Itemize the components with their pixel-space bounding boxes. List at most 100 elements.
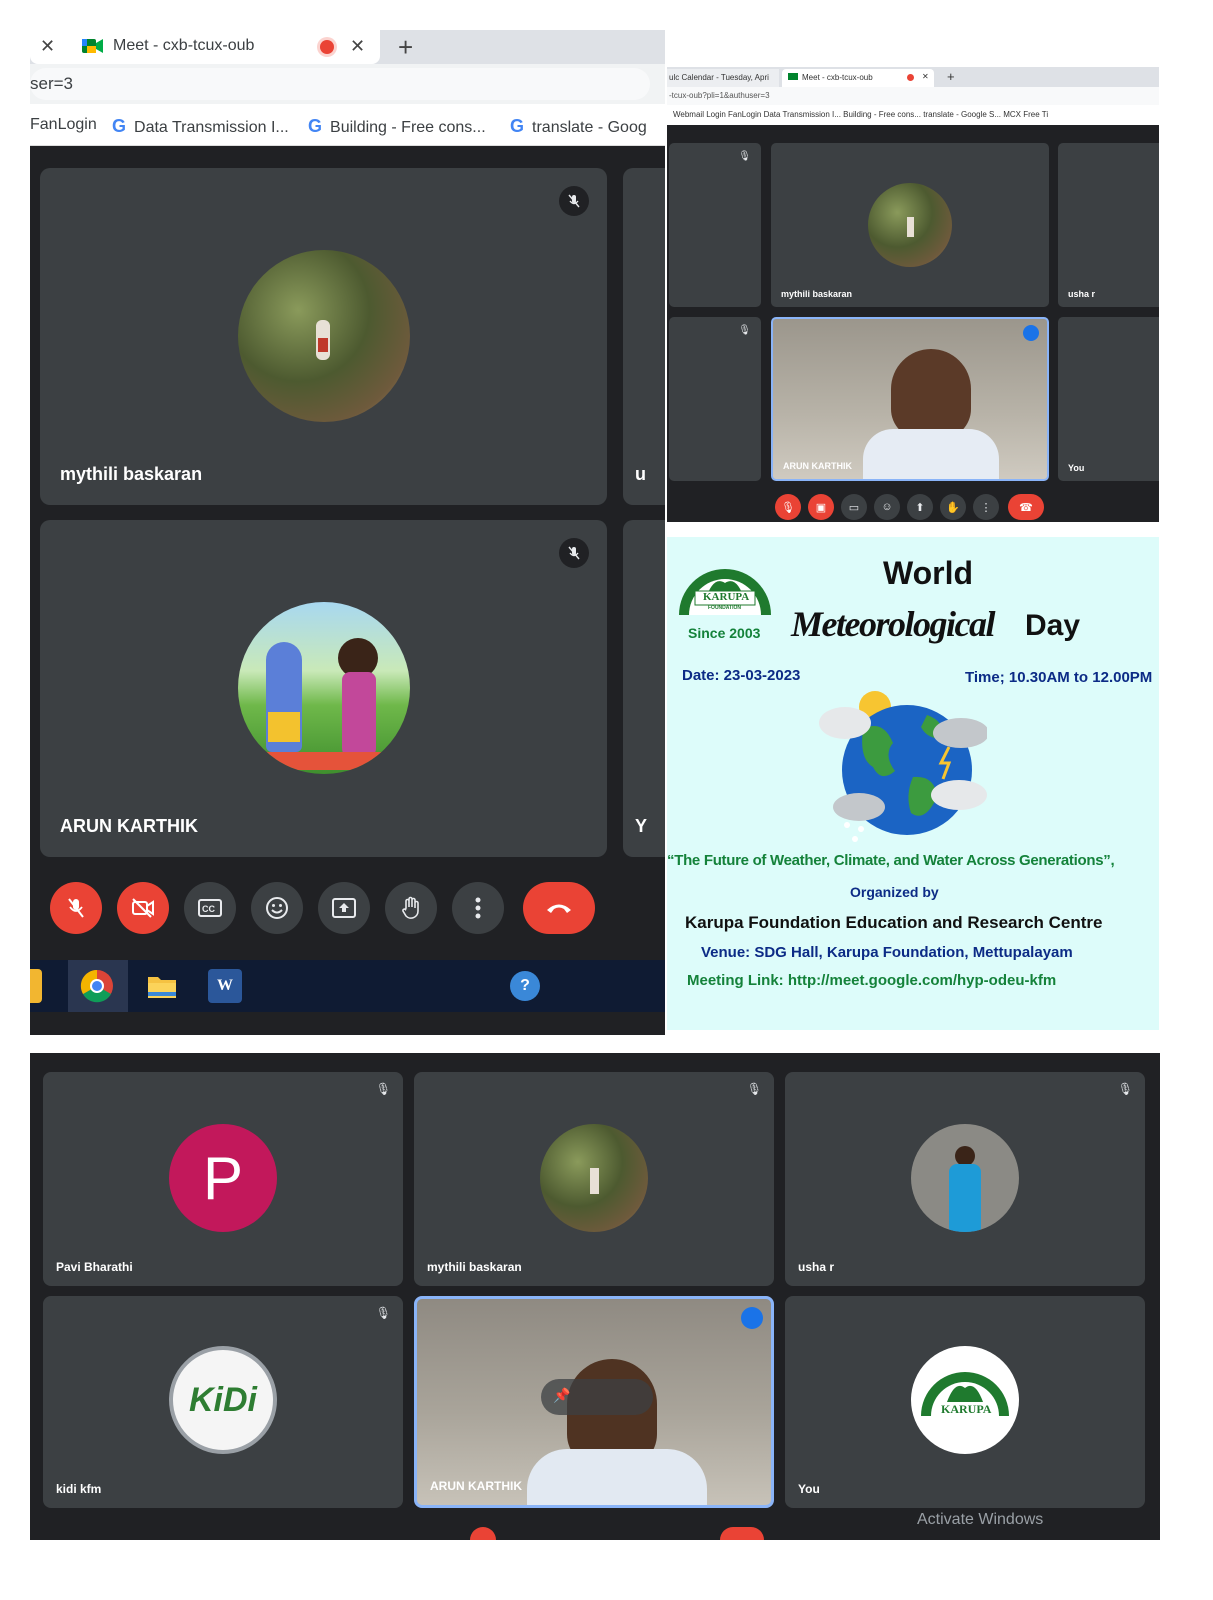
- participant-tile[interactable]: 🎙 P Pavi Bharathi: [43, 1072, 403, 1286]
- captions-button[interactable]: ▭: [841, 494, 867, 520]
- participant-video-face: [891, 349, 971, 439]
- participant-tile[interactable]: mythili baskaran: [771, 143, 1049, 307]
- poster-title-day: Day: [1025, 609, 1081, 642]
- participant-tile[interactable]: 🎙: [669, 317, 761, 481]
- emoji-reaction-button[interactable]: ☺: [874, 494, 900, 520]
- participant-tile-partial[interactable]: u: [623, 168, 665, 505]
- more-options-button[interactable]: ⋮: [973, 494, 999, 520]
- meeting-link[interactable]: Meeting Link: http://meet.google.com/hyp…: [687, 972, 1056, 989]
- mic-toggle-button[interactable]: [50, 882, 102, 934]
- participant-name: Y: [635, 816, 648, 836]
- participant-tile[interactable]: 🎙 KiDi kidi kfm: [43, 1296, 403, 1508]
- avatar-figure: [342, 672, 376, 762]
- mic-toggle-button[interactable]: [470, 1527, 496, 1540]
- address-bar[interactable]: ser=3: [30, 64, 665, 104]
- participant-name: ARUN KARTHIK: [783, 461, 852, 471]
- participant-name: u: [635, 464, 646, 484]
- browser-tab-meet[interactable]: ✕ Meet - cxb-tcux-oub ✕: [30, 30, 380, 64]
- tab-close-icon[interactable]: ✕: [350, 36, 365, 57]
- participant-name: mythili baskaran: [427, 1260, 522, 1274]
- meet-screenshot-small: ulc Calendar - Tuesday, Apri Meet - cxb-…: [667, 67, 1159, 522]
- participant-tile[interactable]: KARUPA You: [785, 1296, 1145, 1508]
- bookmark-item[interactable]: Gtranslate - Goog: [510, 116, 647, 137]
- participant-name: You: [1068, 463, 1085, 473]
- meet-screenshot-large: ✕ Meet - cxb-tcux-oub ✕ + ser=3 FanLogin…: [30, 30, 665, 1035]
- word-icon[interactable]: W: [208, 969, 242, 1003]
- bookmarks-bar: FanLogin G Data Transmission I... G Buildi…: [30, 104, 665, 146]
- participant-tile[interactable]: You: [1058, 317, 1159, 481]
- speaking-indicator-icon: [1023, 325, 1039, 341]
- participant-tile[interactable]: ARUN KARTHIK: [40, 520, 607, 857]
- participant-avatar: [868, 183, 952, 267]
- tile-hover-controls[interactable]: 📌: [541, 1379, 653, 1415]
- recording-dot-icon: [320, 40, 334, 54]
- browser-tab[interactable]: ulc Calendar - Tuesday, Apri: [667, 69, 779, 87]
- event-time: Time; 10.30AM to 12.00PM: [965, 669, 1153, 686]
- mic-off-icon: 🎙: [1117, 1082, 1133, 1096]
- participant-tile-speaking[interactable]: 📌 ARUN KARTHIK: [414, 1296, 774, 1508]
- google-icon: G: [112, 116, 127, 136]
- karupa-logo: KARUPA FOUNDATION: [675, 549, 775, 621]
- bookmark-items[interactable]: Webmail Login FanLogin Data Transmission…: [673, 110, 1048, 119]
- bookmark-item[interactable]: G Data Transmission I...: [112, 116, 289, 137]
- captions-button[interactable]: CC: [184, 882, 236, 934]
- file-explorer-icon[interactable]: [145, 969, 179, 1003]
- participant-tile[interactable]: mythili baskaran: [40, 168, 607, 505]
- participant-name: ARUN KARTHIK: [60, 816, 198, 836]
- windows-taskbar: W ?: [30, 960, 665, 1012]
- karupa-logo: [921, 1372, 1009, 1416]
- bookmark-item[interactable]: FanLogin: [30, 116, 97, 134]
- present-screen-button[interactable]: [318, 882, 370, 934]
- camera-toggle-button[interactable]: [117, 882, 169, 934]
- help-icon[interactable]: ?: [510, 971, 540, 1001]
- tab-close-icon[interactable]: ✕: [40, 36, 55, 57]
- google-meet-icon: [788, 73, 798, 80]
- participant-tile[interactable]: 🎙 usha r: [785, 1072, 1145, 1286]
- emoji-reaction-button[interactable]: [251, 882, 303, 934]
- google-icon: G: [308, 116, 323, 136]
- leave-call-button[interactable]: [523, 882, 595, 934]
- mic-off-icon: 🎙: [746, 1082, 762, 1096]
- camera-toggle-button[interactable]: ▣: [808, 494, 834, 520]
- participant-tile[interactable]: 🎙 mythili baskaran: [414, 1072, 774, 1286]
- participant-avatar: [238, 602, 410, 774]
- new-tab-icon[interactable]: +: [398, 32, 413, 63]
- participant-avatar: KiDi: [169, 1346, 277, 1454]
- raise-hand-button[interactable]: [385, 882, 437, 934]
- bookmark-item[interactable]: G Building - Free cons...: [308, 116, 486, 137]
- browser-tab-strip: ulc Calendar - Tuesday, Apri Meet - cxb-…: [667, 67, 1159, 87]
- tab-close-icon[interactable]: ✕: [922, 72, 929, 81]
- participant-tile-speaking[interactable]: ARUN KARTHIK: [771, 317, 1049, 481]
- sticky-notes-icon[interactable]: [30, 969, 42, 1003]
- chrome-icon[interactable]: [80, 969, 114, 1003]
- participant-name: mythili baskaran: [60, 464, 203, 484]
- address-field[interactable]: ser=3: [30, 68, 650, 100]
- activate-windows-watermark: Activate Windows: [917, 1511, 1044, 1528]
- event-date: Date: 23-03-2023: [682, 667, 801, 684]
- mic-toggle-button[interactable]: 🎙: [775, 494, 801, 520]
- address-text: -tcux-oub?pli=1&authuser=3: [669, 91, 770, 100]
- new-tab-icon[interactable]: +: [947, 69, 955, 84]
- avatar-figure-detail: [318, 338, 328, 352]
- kidi-logo-text: KiDi: [189, 1380, 257, 1419]
- browser-tab-meet[interactable]: Meet - cxb-tcux-oub ✕: [782, 69, 934, 87]
- participant-tile[interactable]: 🎙: [669, 143, 761, 307]
- event-poster: KARUPA FOUNDATION Since 2003 World Meteo…: [667, 537, 1159, 1030]
- participant-tile[interactable]: usha r: [1058, 143, 1159, 307]
- leave-call-button[interactable]: [720, 1527, 764, 1540]
- present-screen-button[interactable]: ⬆: [907, 494, 933, 520]
- poster-title-world: World: [883, 555, 974, 591]
- pin-icon[interactable]: 📌: [553, 1387, 570, 1404]
- participant-tile-partial[interactable]: Y: [623, 520, 665, 857]
- address-bar[interactable]: -tcux-oub?pli=1&authuser=3: [667, 87, 1159, 105]
- avatar-flowers: [258, 752, 388, 770]
- mic-off-icon: [559, 538, 589, 568]
- leave-call-button[interactable]: ☎: [1008, 494, 1044, 520]
- more-options-button[interactable]: [452, 882, 504, 934]
- bookmark-label: Building - Free cons...: [330, 119, 486, 136]
- participant-name: You: [798, 1482, 820, 1496]
- raise-hand-button[interactable]: ✋: [940, 494, 966, 520]
- mic-off-icon: 🎙: [738, 151, 751, 162]
- organizer-name: Karupa Foundation Education and Research…: [685, 913, 1103, 932]
- avatar-figure: [590, 1168, 599, 1194]
